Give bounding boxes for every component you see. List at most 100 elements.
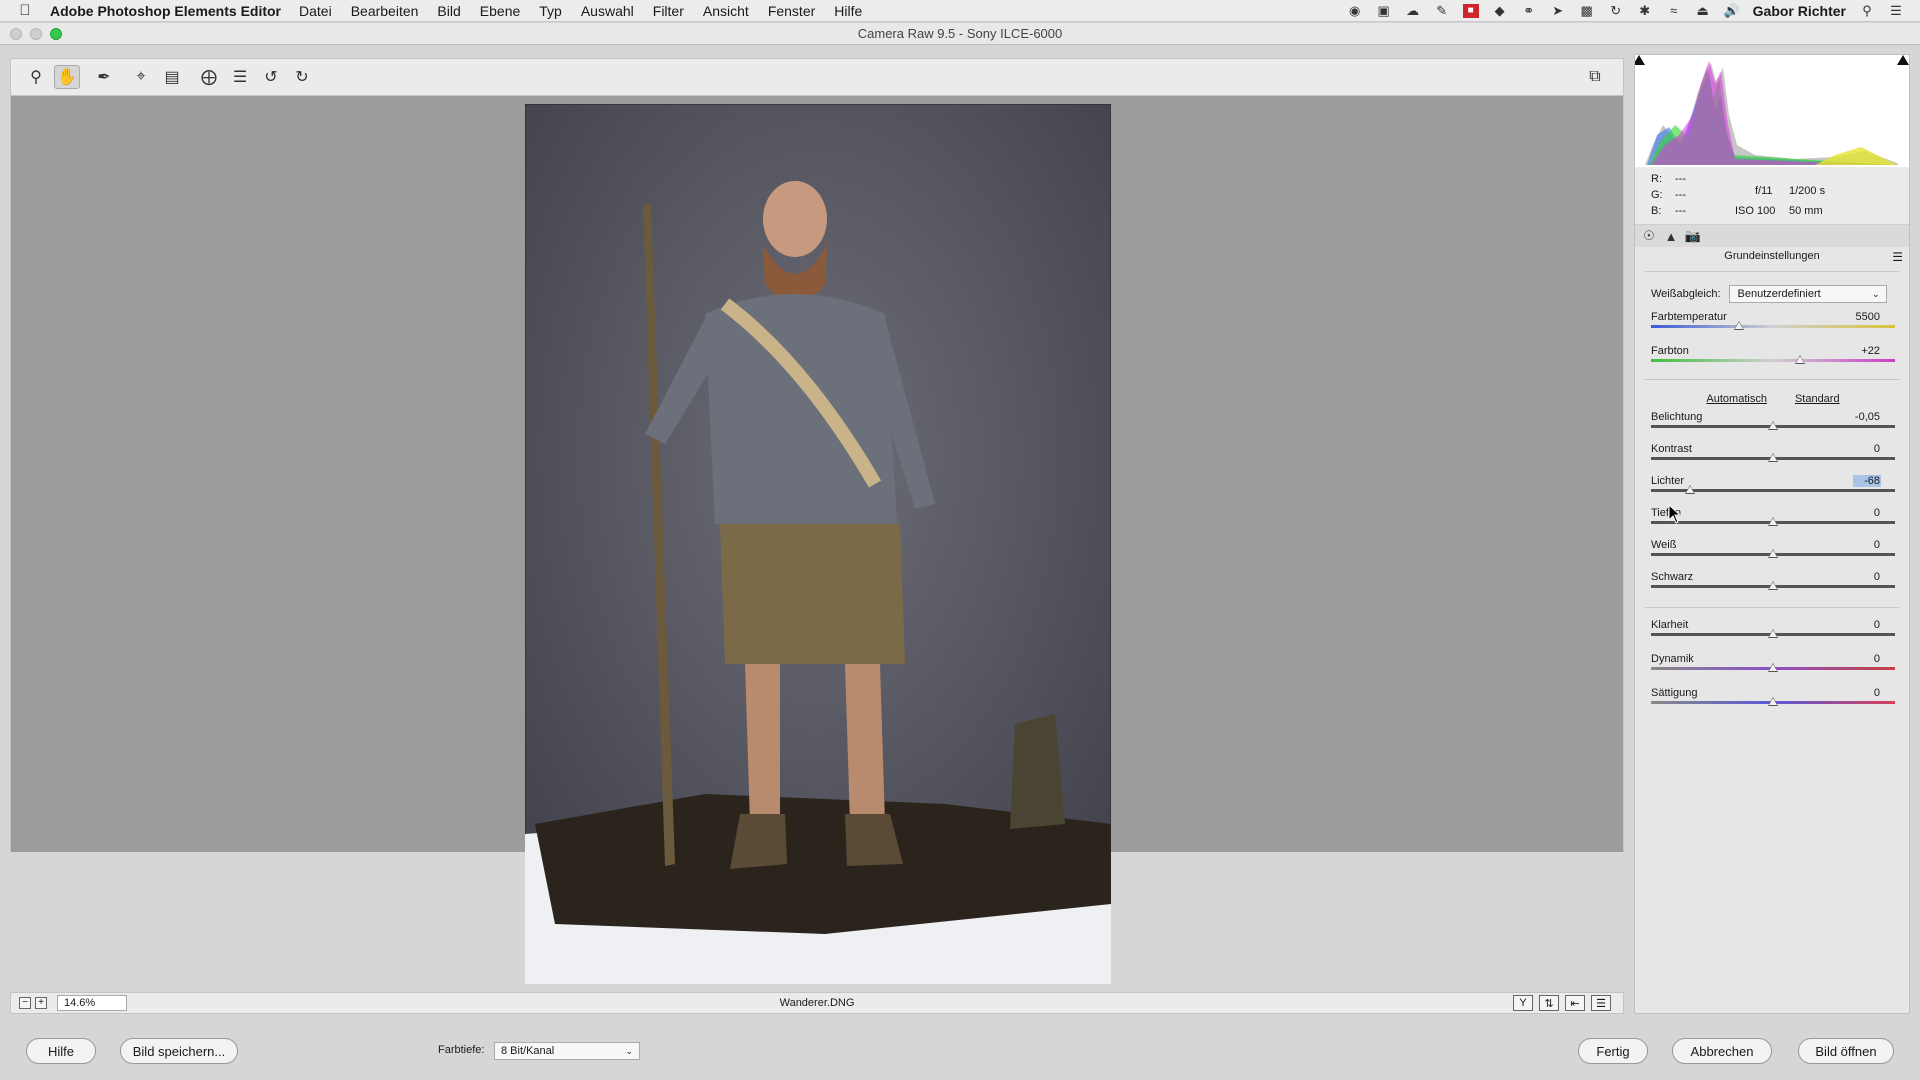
blacks-slider[interactable]: Schwarz 0 xyxy=(1651,571,1895,597)
tint-value[interactable]: +22 xyxy=(1853,345,1881,357)
saturation-slider[interactable]: Sättigung 0 xyxy=(1651,687,1895,713)
contrast-value[interactable]: 0 xyxy=(1853,443,1881,455)
blacks-thumb[interactable] xyxy=(1768,581,1778,590)
vibrance-slider[interactable]: Dynamik 0 xyxy=(1651,653,1895,679)
tint-thumb[interactable] xyxy=(1794,355,1805,364)
auto-link[interactable]: Automatisch xyxy=(1706,393,1767,405)
temperature-value[interactable]: 5500 xyxy=(1853,311,1881,323)
spotlight-search-icon[interactable]: ⚲ xyxy=(1859,3,1875,18)
rotate-left-icon[interactable]: ↺ xyxy=(258,65,284,89)
image-preview-area[interactable] xyxy=(10,96,1624,984)
adobe-icon[interactable]: ■ xyxy=(1462,3,1479,18)
whites-value[interactable]: 0 xyxy=(1853,539,1881,551)
menu-datei[interactable]: Datei xyxy=(299,3,332,19)
menu-app-name[interactable]: Adobe Photoshop Elements Editor xyxy=(50,3,281,19)
contrast-slider[interactable]: Kontrast 0 xyxy=(1651,443,1895,469)
hand-tool-icon[interactable]: ✋ xyxy=(54,65,80,89)
creative-cloud-icon[interactable]: ⚭ xyxy=(1521,3,1537,18)
zoom-tool-icon[interactable]: ⚲ xyxy=(23,65,49,89)
detail-tab-icon[interactable]: ▲ xyxy=(1663,228,1679,244)
vibrance-value[interactable]: 0 xyxy=(1853,653,1881,665)
menu-auswahl[interactable]: Auswahl xyxy=(581,3,634,19)
eyedropper-tool-icon[interactable]: ✒ xyxy=(91,65,117,89)
red-eye-tool-icon[interactable]: ⨁ xyxy=(196,65,222,89)
bit-depth-select[interactable]: 8 Bit/Kanal ⌄ xyxy=(494,1042,640,1060)
straighten-tool-icon[interactable]: ▤ xyxy=(159,65,185,89)
focal-length: 50 mm xyxy=(1789,205,1823,217)
contrast-thumb[interactable] xyxy=(1768,453,1778,462)
panel-menu-icon[interactable]: ☰ xyxy=(1892,250,1903,264)
exposure-value[interactable]: -0,05 xyxy=(1853,411,1881,423)
save-image-button[interactable]: Bild speichern... xyxy=(120,1038,238,1064)
highlights-thumb[interactable] xyxy=(1685,485,1696,494)
close-button[interactable] xyxy=(10,28,22,40)
display-icon[interactable]: ▩ xyxy=(1579,3,1595,18)
tint-track[interactable] xyxy=(1651,359,1895,362)
swap-settings-icon[interactable]: ⇅ xyxy=(1539,995,1559,1011)
fullscreen-button[interactable] xyxy=(50,28,62,40)
user-name[interactable]: Gabor Richter xyxy=(1753,3,1846,19)
tint-slider[interactable]: Farbton +22 xyxy=(1651,345,1895,371)
toggle-settings-icon[interactable]: ☰ xyxy=(1591,995,1611,1011)
exposure-slider[interactable]: Belichtung -0,05 xyxy=(1651,411,1895,437)
menu-ebene[interactable]: Ebene xyxy=(480,3,520,19)
menu-ansicht[interactable]: Ansicht xyxy=(703,3,749,19)
rotate-right-icon[interactable]: ↻ xyxy=(289,65,315,89)
bluetooth-icon[interactable]: ✱ xyxy=(1637,3,1653,18)
menu-fenster[interactable]: Fenster xyxy=(768,3,815,19)
temperature-thumb[interactable] xyxy=(1733,321,1744,330)
wifi-icon[interactable]: ≈ xyxy=(1666,3,1682,18)
saturation-thumb[interactable] xyxy=(1768,697,1778,706)
white-balance-select[interactable]: Benutzerdefiniert ⌄ xyxy=(1728,285,1887,303)
copy-settings-icon[interactable]: ⇤ xyxy=(1565,995,1585,1011)
menu-filter[interactable]: Filter xyxy=(653,3,684,19)
menu-typ[interactable]: Typ xyxy=(539,3,562,19)
highlights-value[interactable]: -68 xyxy=(1853,475,1881,487)
highlights-slider[interactable]: Lichter -68 xyxy=(1651,475,1895,501)
clarity-slider[interactable]: Klarheit 0 xyxy=(1651,619,1895,645)
menu-bild[interactable]: Bild xyxy=(437,3,460,19)
clarity-thumb[interactable] xyxy=(1768,629,1778,638)
time-machine-icon[interactable]: ↻ xyxy=(1608,3,1624,18)
whites-thumb[interactable] xyxy=(1768,549,1778,558)
done-button[interactable]: Fertig xyxy=(1578,1038,1648,1064)
evernote-icon[interactable]: ✎ xyxy=(1434,3,1450,18)
clarity-value[interactable]: 0 xyxy=(1853,619,1881,631)
before-after-view-icon[interactable]: Y xyxy=(1513,995,1533,1011)
temperature-slider[interactable]: Farbtemperatur 5500 xyxy=(1651,311,1895,337)
vibrance-thumb[interactable] xyxy=(1768,663,1778,672)
standard-link[interactable]: Standard xyxy=(1795,393,1840,405)
menu-bearbeiten[interactable]: Bearbeiten xyxy=(351,3,419,19)
cancel-button[interactable]: Abbrechen xyxy=(1672,1038,1772,1064)
preview-photo xyxy=(525,104,1111,984)
basic-tab-icon[interactable]: ☉ xyxy=(1641,228,1657,244)
preferences-list-icon[interactable]: ☰ xyxy=(227,65,253,89)
blacks-value[interactable]: 0 xyxy=(1853,571,1881,583)
cloud-icon[interactable]: ☁ xyxy=(1405,3,1421,18)
zoom-level-select[interactable]: 14.6% xyxy=(57,995,127,1011)
dropbox-icon[interactable]: ◆ xyxy=(1492,3,1508,18)
exposure-thumb[interactable] xyxy=(1768,421,1778,430)
shadows-value[interactable]: 0 xyxy=(1853,507,1881,519)
saturation-value[interactable]: 0 xyxy=(1853,687,1881,699)
apple-icon[interactable]:  xyxy=(0,2,50,19)
volume-icon[interactable]: 🔊 xyxy=(1724,3,1740,18)
crop-tool-icon[interactable]: ⌖ xyxy=(128,65,154,89)
notification-list-icon[interactable]: ☰ xyxy=(1888,3,1904,18)
record-icon[interactable]: ◉ xyxy=(1347,3,1363,18)
zoom-out-button[interactable]: − xyxy=(19,997,31,1009)
help-button[interactable]: Hilfe xyxy=(26,1038,96,1064)
temperature-track[interactable] xyxy=(1651,325,1895,328)
zoom-in-button[interactable]: + xyxy=(35,997,47,1009)
whites-slider[interactable]: Weiß 0 xyxy=(1651,539,1895,565)
shadows-slider[interactable]: Tiefen 0 xyxy=(1651,507,1895,533)
screen-icon[interactable]: ▣ xyxy=(1376,3,1392,18)
bolt-icon[interactable]: ➤ xyxy=(1550,3,1566,18)
open-image-button[interactable]: Bild öffnen xyxy=(1798,1038,1894,1064)
eject-icon[interactable]: ⏏ xyxy=(1695,3,1711,18)
fullscreen-toggle-icon[interactable]: ⧉ xyxy=(1582,65,1608,89)
shadows-thumb[interactable] xyxy=(1768,517,1778,526)
camera-calibration-tab-icon[interactable]: 📷 xyxy=(1685,228,1701,244)
menu-hilfe[interactable]: Hilfe xyxy=(834,3,862,19)
minimize-button[interactable] xyxy=(30,28,42,40)
